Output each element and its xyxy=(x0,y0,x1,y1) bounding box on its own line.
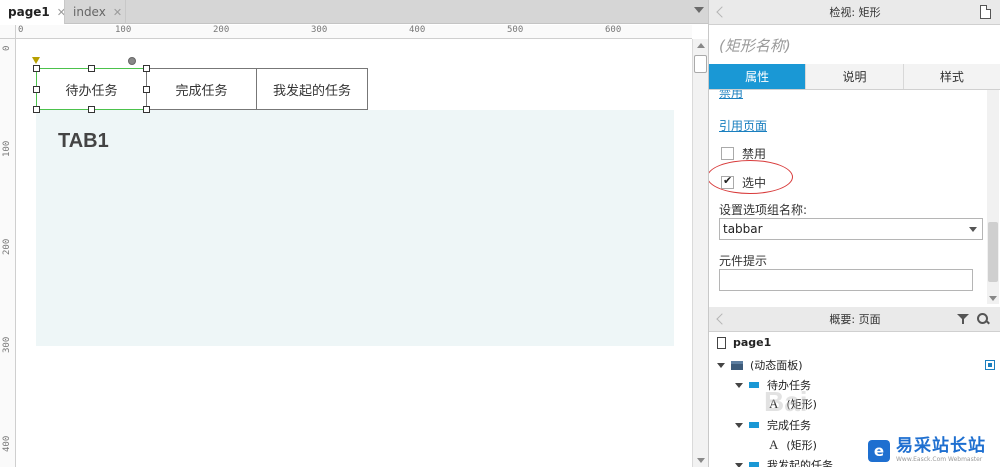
ruler-label: 0 xyxy=(18,25,24,35)
tab-notes[interactable]: 说明 xyxy=(806,64,904,89)
tree-item-label: page1 xyxy=(733,336,772,349)
tab-button-initiated[interactable]: 我发起的任务 xyxy=(256,68,368,110)
inspector-tabs: 属性 说明 样式 xyxy=(709,64,1000,90)
pin-icon[interactable] xyxy=(716,6,728,18)
watermark-sub: Www.Easck.Com Webmaster xyxy=(896,456,983,463)
ruler-label: 200 xyxy=(2,238,12,255)
expand-triangle-icon[interactable] xyxy=(735,422,743,428)
resize-handle[interactable] xyxy=(88,106,95,113)
annotation-circle xyxy=(709,160,793,194)
pin-icon[interactable] xyxy=(716,313,728,325)
expand-triangle-icon[interactable] xyxy=(717,362,725,368)
group-name-label: 设置选项组名称: xyxy=(719,203,808,217)
expand-triangle-icon[interactable] xyxy=(735,462,743,467)
tab-page1[interactable]: page1 ✕ xyxy=(0,0,66,24)
tree-item-label: (矩形) xyxy=(786,439,817,452)
inspector-pane: 检视: 矩形 (矩形名称) 属性 说明 样式 禁用 引用页面 禁用 选中 设置选… xyxy=(708,0,1000,467)
disable-link[interactable]: 禁用 xyxy=(719,90,743,101)
panel-title: TAB1 xyxy=(58,130,109,152)
outline-header: 概要: 页面 xyxy=(709,307,1000,332)
state-folder-icon xyxy=(749,462,759,467)
resize-handle[interactable] xyxy=(143,65,150,72)
close-icon[interactable]: ✕ xyxy=(113,6,122,19)
search-icon[interactable] xyxy=(977,313,989,325)
ruler-label: 300 xyxy=(2,336,12,353)
tab-properties[interactable]: 属性 xyxy=(709,64,807,89)
ruler-corner xyxy=(0,25,16,39)
tab-index[interactable]: index ✕ xyxy=(64,0,126,24)
scroll-thumb[interactable] xyxy=(694,55,707,73)
scroll-down-icon[interactable] xyxy=(989,296,997,301)
tree-item-label: 我发起的任务 xyxy=(767,459,833,467)
resize-handle[interactable] xyxy=(143,106,150,113)
tree-item-rect[interactable]: A (矩形) xyxy=(769,437,817,453)
properties-panel: 禁用 引用页面 禁用 选中 设置选项组名称: tabbar 元件提示 xyxy=(709,90,1000,304)
watermark-main: 易采站长站 xyxy=(896,436,986,456)
ruler-label: 300 xyxy=(311,25,328,35)
vertical-ruler: 0 100 200 300 400 xyxy=(0,39,16,467)
shape-name-field[interactable]: (矩形名称) xyxy=(719,35,791,56)
tab-button-done[interactable]: 完成任务 xyxy=(146,68,257,110)
state-folder-icon xyxy=(749,382,759,388)
tooltip-input[interactable] xyxy=(719,269,973,291)
tree-item-dynamic-panel[interactable]: (动态面板) xyxy=(717,357,803,373)
canvas-scrollbar[interactable] xyxy=(692,39,708,467)
resize-handle[interactable] xyxy=(143,86,150,93)
tree-item-done[interactable]: 完成任务 xyxy=(735,417,811,433)
state-folder-icon xyxy=(749,422,759,428)
tab-button-todo[interactable]: 待办任务 xyxy=(36,68,147,110)
dynamic-panel-content[interactable]: TAB1 xyxy=(36,110,674,346)
rotation-handle[interactable] xyxy=(128,57,136,65)
ruler-label: 400 xyxy=(409,25,426,35)
site-logo-icon: e xyxy=(868,439,890,462)
scroll-up-icon[interactable] xyxy=(697,43,705,48)
tab-page1-label: page1 xyxy=(8,5,50,19)
outline-title: 概要: 页面 xyxy=(829,313,881,326)
text-A-icon: A xyxy=(769,437,779,452)
ruler-label: 100 xyxy=(2,140,12,157)
ruler-label: 100 xyxy=(115,25,132,35)
ruler-label: 500 xyxy=(507,25,524,35)
ruler-label: 400 xyxy=(2,435,12,452)
tree-item-label: 完成任务 xyxy=(767,419,811,432)
scroll-down-icon[interactable] xyxy=(697,458,705,463)
tree-item-page1[interactable]: page1 xyxy=(717,336,771,349)
filter-icon[interactable] xyxy=(957,313,969,325)
group-name-select[interactable]: tabbar xyxy=(719,218,983,240)
inspector-title: 检视: 矩形 xyxy=(829,6,881,19)
resize-handle[interactable] xyxy=(33,106,40,113)
tooltip-label: 元件提示 xyxy=(719,254,768,268)
chevron-down-icon[interactable] xyxy=(694,7,704,13)
panel-state-icon[interactable] xyxy=(985,360,995,370)
page-icon xyxy=(717,336,726,349)
disabled-checkbox[interactable] xyxy=(721,147,734,160)
properties-scrollbar[interactable] xyxy=(987,90,999,304)
resize-handle[interactable] xyxy=(88,65,95,72)
expand-triangle-icon[interactable] xyxy=(735,382,743,388)
group-name-value: tabbar xyxy=(723,222,763,236)
chevron-down-icon[interactable] xyxy=(969,227,977,232)
resize-handle[interactable] xyxy=(33,65,40,72)
document-tab-bar: page1 ✕ index ✕ xyxy=(0,0,708,24)
watermark-background-text: Bai xyxy=(764,386,808,417)
ruler-label: 600 xyxy=(605,25,622,35)
watermark-logo: e 易采站长站 Www.Easck.Com Webmaster xyxy=(864,434,1000,467)
page-icon[interactable] xyxy=(980,5,991,19)
horizontal-ruler: 0 100 200 300 400 500 600 xyxy=(16,25,692,39)
tab-index-label: index xyxy=(73,5,106,19)
anchor-marker-icon xyxy=(32,57,40,64)
ruler-label: 200 xyxy=(213,25,230,35)
tree-item-initiated[interactable]: 我发起的任务 xyxy=(735,457,833,467)
scroll-thumb[interactable] xyxy=(988,222,998,282)
watermark-text: 易采站长站 Www.Easck.Com Webmaster xyxy=(896,438,986,463)
dynamic-panel-icon xyxy=(731,360,743,370)
reference-page-link[interactable]: 引用页面 xyxy=(719,117,767,134)
tree-item-label: (动态面板) xyxy=(750,359,803,372)
inspector-header: 检视: 矩形 xyxy=(709,0,1000,25)
tab-style[interactable]: 样式 xyxy=(903,64,1000,89)
editor-area: page1 ✕ index ✕ 0 100 200 300 400 500 60… xyxy=(0,0,708,467)
resize-handle[interactable] xyxy=(33,86,40,93)
ruler-label: 0 xyxy=(2,45,12,51)
